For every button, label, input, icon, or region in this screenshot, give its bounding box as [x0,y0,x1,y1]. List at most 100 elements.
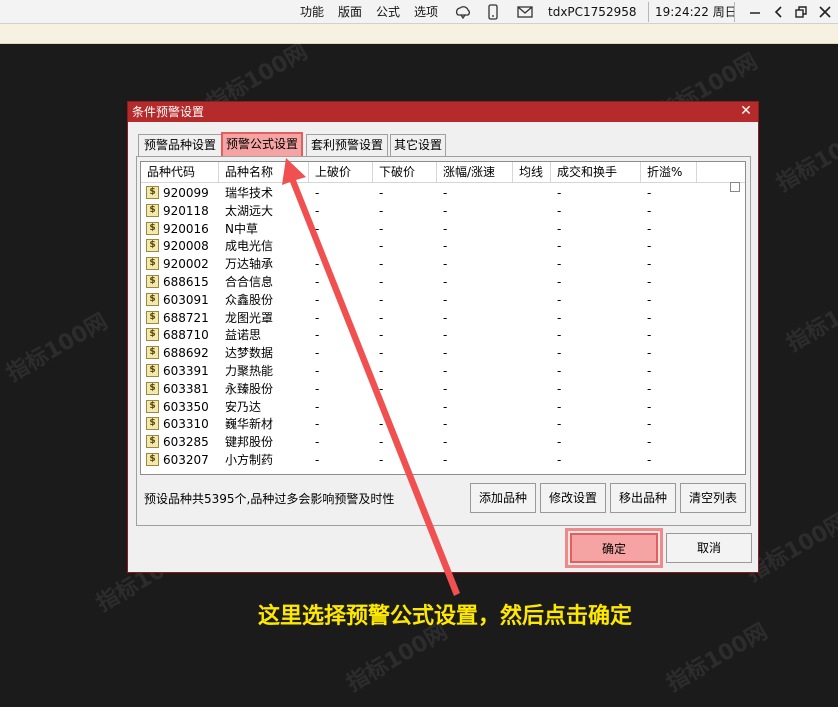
tab-other-settings[interactable]: 其它设置 [390,134,446,156]
list-row[interactable]: $603350 安乃达 - - - - - [141,398,731,416]
chevron-left-icon[interactable] [770,3,788,21]
upper-break-cell: - [315,186,320,200]
column-header[interactable]: 涨幅/涨速 [437,162,513,182]
tab-alert-instruments[interactable]: 预警品种设置 [138,134,222,156]
premium-cell: - [647,399,652,414]
phone-icon[interactable] [484,3,502,21]
upper-break-cell: - [315,364,320,378]
change-cell: - [443,381,448,396]
name-cell: 小方制药 [225,453,274,467]
list-row[interactable]: $603285 键邦股份 - - - - - [141,433,731,451]
instrument-list[interactable]: 品种代码 品种名称 上破价 下破价 涨幅/涨速 均线 成交和换手 折溢% $92… [140,161,746,475]
restore-icon[interactable] [792,3,810,21]
volume-cell: - [557,275,562,289]
stock-icon: $ [146,275,159,288]
lower-break-cell: - [379,239,384,254]
list-row[interactable]: $920118 太湖远大 - - - - - [141,202,731,220]
ok-button[interactable]: 确定 [570,533,658,563]
list-row[interactable]: $920008 成电光信 - - - - - [141,237,731,255]
menu-layout[interactable]: 版面 [338,4,362,20]
column-header[interactable]: 下破价 [373,162,437,182]
minimize-icon[interactable] [746,3,764,21]
premium-cell: - [647,417,652,432]
premium-cell: - [647,381,652,396]
list-row[interactable]: $603391 力聚热能 - - - - - [141,362,731,380]
column-header[interactable]: 上破价 [309,162,373,182]
menu-options[interactable]: 选项 [414,4,438,20]
clear-list-button[interactable]: 清空列表 [680,483,746,513]
column-header[interactable]: 折溢% [641,162,697,182]
change-cell: - [443,186,448,200]
upper-break-cell: - [315,381,320,396]
column-header[interactable]: 均线 [513,162,551,182]
volume-cell: - [557,186,562,200]
dialog-title: 条件预警设置 [132,105,205,119]
code-cell: 603310 [163,417,209,432]
column-header[interactable]: 品种名称 [219,162,309,182]
add-instrument-button[interactable]: 添加品种 [470,483,536,513]
close-icon[interactable]: ✕ [738,103,754,119]
list-row[interactable]: $920099 瑞华技术 - - - - - [141,184,731,202]
change-cell: - [443,221,448,236]
list-row[interactable]: $688721 龙图光罩 - - - - - [141,309,731,327]
annotation-text: 这里选择预警公式设置，然后点击确定 [258,604,633,629]
upper-break-cell: - [315,275,320,289]
scroll-indicator[interactable] [730,182,740,192]
upper-break-cell: - [315,310,320,325]
premium-cell: - [647,239,652,254]
change-cell: - [443,417,448,432]
list-header: 品种代码 品种名称 上破价 下破价 涨幅/涨速 均线 成交和换手 折溢% [141,162,745,183]
list-row[interactable]: $688692 达梦数据 - - - - - [141,344,731,362]
tab-arbitrage-alert[interactable]: 套利预警设置 [306,134,388,156]
stock-icon: $ [146,364,159,377]
list-row[interactable]: $603091 众鑫股份 - - - - - [141,291,731,309]
volume-cell: - [557,239,562,254]
change-cell: - [443,239,448,254]
edit-settings-button[interactable]: 修改设置 [540,483,606,513]
volume-cell: - [557,453,562,467]
code-cell: 603391 [163,364,209,378]
cloud-icon[interactable] [454,3,472,21]
column-header[interactable]: 成交和换手 [551,162,641,182]
remove-instrument-button[interactable]: 移出品种 [610,483,676,513]
host-name: tdxPC1752958 [548,5,637,19]
list-row[interactable]: $920016 N中草 - - - - - [141,220,731,238]
list-row[interactable]: $920002 万达轴承 - - - - - [141,255,731,273]
divider [734,2,735,22]
stock-icon: $ [146,328,159,342]
premium-cell: - [647,203,652,218]
stock-icon: $ [146,310,159,324]
volume-cell: - [557,203,562,218]
list-row[interactable]: $603310 巍华新材 - - - - - [141,415,731,433]
stock-icon: $ [146,453,159,466]
premium-cell: - [647,453,652,467]
close-icon[interactable] [816,3,834,21]
name-cell: 瑞华技术 [225,186,274,200]
premium-cell: - [647,292,652,307]
list-row[interactable]: $688710 益诺思 - - - - - [141,326,731,344]
upper-break-cell: - [315,346,320,361]
cancel-button[interactable]: 取消 [666,533,752,563]
stock-icon: $ [146,239,159,253]
upper-break-cell: - [315,417,320,432]
menu-formula[interactable]: 公式 [376,4,400,20]
name-cell: 龙图光罩 [225,310,274,325]
tab-alert-formula[interactable]: 预警公式设置 [221,132,303,157]
mail-icon[interactable] [516,3,534,21]
code-cell: 688615 [163,275,209,289]
list-row[interactable]: $603381 永臻股份 - - - - - [141,380,731,398]
status-text: 预设品种共5395个,品种过多会影响预警及时性 [144,492,395,506]
code-cell: 688721 [163,310,209,325]
volume-cell: - [557,364,562,378]
menu-function[interactable]: 功能 [300,4,324,20]
lower-break-cell: - [379,257,384,272]
name-cell: 巍华新材 [225,417,274,432]
dialog-title-bar[interactable]: 条件预警设置 ✕ [128,102,758,122]
column-header[interactable]: 品种代码 [141,162,219,182]
name-cell: 万达轴承 [225,257,274,272]
list-row[interactable]: $603207 小方制药 - - - - - [141,451,731,469]
list-row[interactable]: $688615 合合信息 - - - - - [141,273,731,291]
stock-icon: $ [146,221,159,235]
stock-icon: $ [146,435,159,449]
volume-cell: - [557,381,562,396]
